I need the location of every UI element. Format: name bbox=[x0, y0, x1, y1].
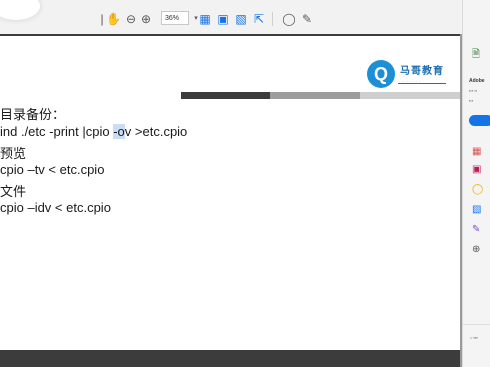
comment-icon[interactable]: ◯ bbox=[472, 184, 483, 195]
slide-line-find-command: ind ./etc -print |cpio -ov >etc.cpio bbox=[0, 124, 187, 139]
logo-tagline: · · · · · · · · · bbox=[399, 79, 420, 84]
toolbar: | ✋ ⊖ ⊕ 36% ▾ ▦ ▣ ▧ ⇱ ◯ ✎ bbox=[0, 0, 462, 35]
document-icon: 🗎 bbox=[472, 49, 481, 60]
slide-line-extract-heading: 文件 bbox=[0, 184, 27, 199]
slide-line-preview-command: cpio –tv < etc.cpio bbox=[0, 162, 105, 177]
tools-pane-title: Adobe bbox=[469, 78, 485, 84]
create-pdf-icon[interactable]: ▣ bbox=[472, 164, 481, 175]
header-bar-gray bbox=[270, 92, 360, 99]
tools-pane: 🗎 Adobe ▪▪▪ ▪▪ ▪▪▪ ▦ ▣ ◯ ▧ ✎ ⊕ ○ ▪▪▪ bbox=[462, 0, 490, 367]
comment-icon[interactable]: ◯ bbox=[282, 12, 296, 26]
text-selection[interactable]: -o bbox=[113, 124, 125, 139]
organize-pages-icon[interactable]: ▧ bbox=[472, 204, 481, 215]
fill-sign-icon[interactable]: ✎ bbox=[472, 224, 480, 235]
document-area[interactable]: Q 马哥教育 · · · · · · · · · 目录备份： ind ./etc… bbox=[0, 34, 462, 367]
avatar[interactable] bbox=[0, 0, 40, 20]
organize-pages-icon[interactable]: ▧ bbox=[234, 12, 248, 26]
export-pdf-icon[interactable]: ▣ bbox=[216, 12, 230, 26]
zoom-field[interactable]: 36% bbox=[161, 11, 189, 25]
header-bar-light bbox=[360, 92, 460, 99]
tools-pane-action-button[interactable] bbox=[469, 115, 490, 126]
more-tools-icon[interactable]: ⊕ bbox=[472, 244, 480, 255]
logo-mark: Q bbox=[367, 60, 395, 88]
slide-page: Q 马哥教育 · · · · · · · · · 目录备份： ind ./etc… bbox=[0, 36, 460, 350]
export-pdf-icon[interactable]: ▦ bbox=[472, 146, 481, 157]
fit-page-icon[interactable]: ▦ bbox=[198, 12, 212, 26]
command-part-2: v >etc.cpio bbox=[124, 124, 188, 139]
zoom-in-icon[interactable]: ⊕ bbox=[139, 12, 153, 26]
tools-pane-description-2: ▪▪▪ bbox=[469, 98, 474, 103]
tools-pane-footer[interactable]: ○ ▪▪▪ bbox=[470, 335, 478, 340]
command-part-1: ind ./etc -print |cpio bbox=[0, 124, 114, 139]
hand-tool-icon[interactable]: ✋ bbox=[106, 12, 121, 26]
header-bar-dark bbox=[181, 92, 270, 99]
toolbar-divider bbox=[272, 12, 273, 26]
tools-pane-divider bbox=[463, 324, 490, 325]
share-icon[interactable]: ⇱ bbox=[252, 12, 266, 26]
slide-line-extract-command: cpio –idv < etc.cpio bbox=[0, 200, 111, 215]
logo-text: 马哥教育 bbox=[400, 66, 444, 77]
sign-icon[interactable]: ✎ bbox=[300, 12, 314, 26]
slide-line-preview-heading: 预览 bbox=[0, 146, 27, 161]
tools-pane-description: ▪▪▪ ▪▪ bbox=[469, 88, 478, 93]
zoom-out-icon[interactable]: ⊖ bbox=[124, 12, 138, 26]
slide-line-backup-heading: 目录备份： bbox=[0, 107, 66, 122]
